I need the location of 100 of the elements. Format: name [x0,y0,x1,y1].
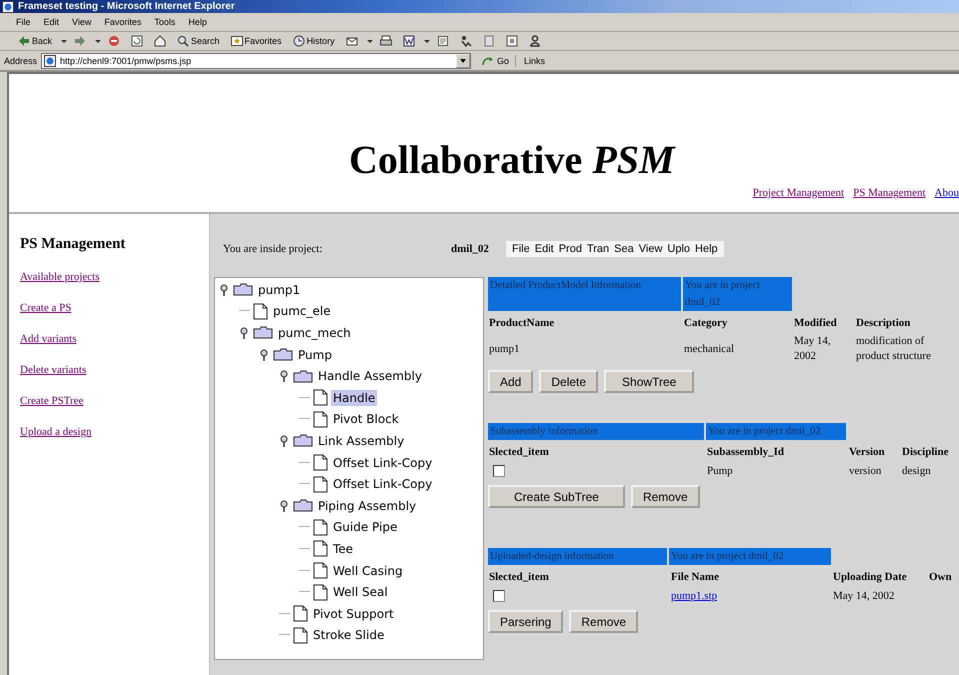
back-arrow-icon [18,35,30,47]
sidebar-link[interactable]: Delete variants [20,364,86,376]
menu-item[interactable]: Edit [534,243,554,255]
pin-icon[interactable] [279,370,289,382]
star-folder-icon [230,35,243,47]
pin-icon[interactable] [279,500,289,512]
home-icon[interactable] [152,35,168,47]
sidebar-link[interactable]: Add variants [20,333,77,345]
form-button[interactable]: ShowTree [604,370,694,393]
table-cell-text: version [848,464,882,478]
sidebar-link[interactable]: Create a PS [20,302,72,314]
menu-item[interactable]: Help [188,17,207,27]
tree-node-label[interactable]: Handle Assembly [316,368,424,384]
tree-node-label[interactable]: Tee [331,540,356,557]
table-cell-text: May 14, 2002 [793,334,832,364]
window-title: Frameset testing - Microsoft Internet Explorer [18,1,235,12]
toolbar-button[interactable]: History [290,35,337,47]
document-icon [313,540,328,558]
menu-item[interactable]: File [512,243,530,255]
nav-link[interactable]: Project Management [752,187,844,199]
nav-link[interactable]: PS Management [853,187,926,199]
checkbox[interactable] [493,590,505,602]
menu-item[interactable]: Tran [586,243,610,255]
form-button[interactable]: Delete [539,370,598,393]
nav-link[interactable]: Abou [934,187,959,199]
tree-node-label[interactable]: Link Assembly [316,432,406,449]
banner-cell: Uploaded-design information [488,548,667,565]
tree-node-label[interactable]: Stroke Slide [311,627,386,644]
toolbar-button[interactable]: Favorites [228,35,284,47]
table-cell-text: design [901,464,932,478]
sidebar-link[interactable]: Available projects [20,271,100,283]
column-header: Subassembly_Id [706,446,786,458]
form-button[interactable]: Parsering [488,610,564,633]
project-label: You are inside project: [223,243,324,255]
document-icon [313,410,328,428]
pin-icon[interactable] [279,434,289,447]
tree-node-label[interactable]: pumc_mech [276,324,353,341]
tree-node-label[interactable]: pump1 [256,282,302,298]
folder-icon [293,499,313,512]
links-button[interactable]: Links [520,56,546,66]
column-header: Own [928,571,953,583]
banner-cell: You are in project dmil_02 [683,277,792,311]
tree-node-label[interactable]: Guide Pipe [331,519,400,536]
menu-item[interactable]: Tools [154,17,176,27]
column-header: Slected_item [488,571,550,583]
banner-cell: Detailed ProductModel Information [488,277,681,311]
column-header: Category [683,317,728,329]
tree-node-label[interactable]: pumc_ele [271,303,333,320]
pin-icon[interactable] [239,326,249,339]
sidebar-link[interactable]: Upload a design [20,426,92,438]
column-header: Version [848,446,886,458]
document-icon [313,476,328,493]
form-button[interactable]: Remove [630,485,700,508]
tree-node-label[interactable]: Well Seal [331,584,390,600]
document-icon [313,518,328,536]
menu-item[interactable]: Prod [558,243,582,255]
menu-item[interactable]: File [16,17,31,27]
file-link[interactable]: pump1.stp [671,590,718,602]
tree-node-label[interactable]: Piping Assembly [316,498,418,514]
tree-node-label[interactable]: Offset Link-Copy [331,476,434,492]
address-field[interactable]: http://chenl9:7001/pmw/psms.jsp [41,52,472,68]
tree-node-label[interactable]: Offset Link-Copy [331,454,434,471]
document-icon [253,302,268,320]
document-icon [313,389,328,406]
site-title: Collaborative PSM [349,138,677,182]
search-icon [177,35,190,47]
folder-icon [293,434,313,448]
form-button[interactable]: Create SubTree [488,485,625,508]
menu-item[interactable]: Sea [614,243,634,255]
form-button[interactable]: Add [488,370,534,393]
sidebar-link[interactable]: Create PSTree [20,395,84,407]
toolbar-button[interactable]: Search [175,35,222,47]
mail-icon[interactable] [344,35,360,47]
dropdown-button[interactable] [456,54,470,68]
menu-item[interactable]: Uplo [667,243,690,255]
column-header: Description [855,317,912,329]
pin-icon[interactable] [259,348,269,361]
form-button[interactable]: Remove [569,610,638,633]
tree-node-label[interactable]: Pivot Support [311,606,396,622]
checkbox[interactable] [493,465,505,477]
tree-node-label[interactable]: Pump [296,346,334,363]
menu-item[interactable]: View [638,243,662,255]
tree-node-label[interactable]: Well Casing [331,562,405,579]
menu-item[interactable]: View [72,17,92,27]
table-cell-text: modification of product structure [855,334,932,364]
window-icon[interactable] [504,35,520,47]
folder-icon [253,326,273,340]
menu-item[interactable]: Help [695,243,718,255]
document-icon[interactable] [400,35,417,47]
menu-item[interactable]: Favorites [104,17,142,27]
tree-node-label[interactable]: Handle [331,390,378,406]
refresh-icon[interactable] [129,35,146,47]
tree-node-label[interactable]: Pivot Block [331,411,401,428]
go-button[interactable]: Go [475,54,516,66]
printer-icon[interactable] [378,35,394,47]
page-icon [44,54,56,66]
toolbar-button[interactable]: Back [16,35,54,47]
column-header: ProductName [488,317,556,329]
pin-icon[interactable] [219,284,229,296]
menu-item[interactable]: Edit [44,17,60,27]
